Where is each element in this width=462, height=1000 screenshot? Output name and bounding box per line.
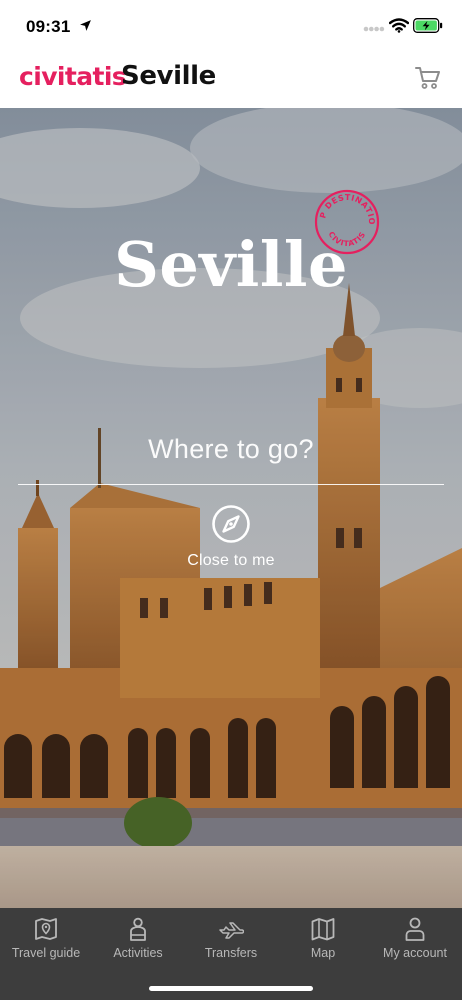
badge-line-1: TOP DESTINATION <box>313 188 376 225</box>
top-destination-badge: TOP DESTINATION CIVITATIS <box>313 188 380 255</box>
hero-title: Seville <box>114 228 348 301</box>
svg-text:CIVITATIS: CIVITATIS <box>327 230 368 248</box>
location-arrow-icon <box>80 20 91 31</box>
page-title: Seville <box>121 61 216 91</box>
status-time: 09:31 <box>26 17 71 36</box>
compass-icon[interactable] <box>211 504 251 544</box>
cellular-signal-icon <box>363 26 385 32</box>
nav-item-my-account[interactable]: My account <box>369 908 461 978</box>
activities-icon <box>130 917 146 941</box>
svg-text:TOP DESTINATION: TOP DESTINATION <box>313 188 376 225</box>
bottom-navigation: Travel guide Activities Transfers Map My… <box>0 908 462 1000</box>
nav-label: My account <box>383 946 447 960</box>
battery-charging-icon <box>413 18 443 33</box>
map-icon <box>311 918 335 941</box>
nav-item-transfers[interactable]: Transfers <box>185 908 277 978</box>
wifi-icon <box>389 18 409 33</box>
search-underline <box>18 484 444 485</box>
app-header: civitatis Seville <box>0 52 462 108</box>
civitatis-logo[interactable]: civitatis <box>19 62 127 91</box>
nav-label: Activities <box>113 946 163 960</box>
nav-label: Travel guide <box>11 946 81 960</box>
nav-item-travel-guide[interactable]: Travel guide <box>0 908 92 978</box>
close-to-me-button[interactable]: Close to me <box>0 552 462 570</box>
shopping-cart-icon[interactable] <box>414 65 442 91</box>
nav-label: Transfers <box>204 946 258 960</box>
status-bar: 09:31 <box>0 0 462 52</box>
hero-section: Seville TOP DESTINATION CIVITATIS Where … <box>0 108 462 908</box>
nav-label: Map <box>310 946 336 960</box>
nav-item-map[interactable]: Map <box>277 908 369 978</box>
nav-item-activities[interactable]: Activities <box>92 908 184 978</box>
user-icon <box>405 917 425 941</box>
badge-line-2: CIVITATIS <box>327 230 367 248</box>
destination-search-input[interactable]: Where to go? <box>0 434 462 465</box>
transfers-icon <box>219 922 244 939</box>
travel-guide-icon <box>35 918 57 940</box>
home-indicator[interactable] <box>149 986 313 991</box>
